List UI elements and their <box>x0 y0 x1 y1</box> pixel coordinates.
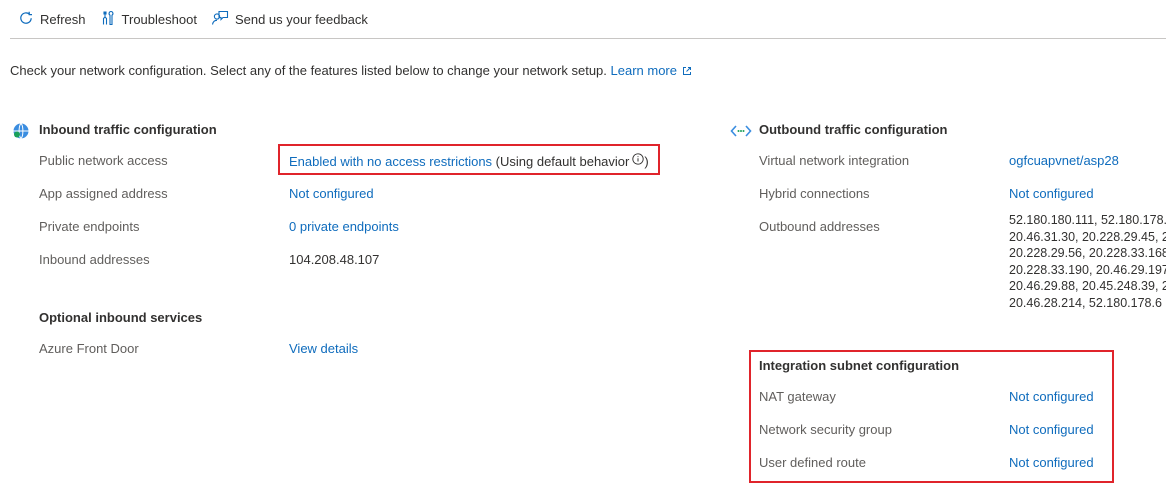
learn-more-link[interactable]: Learn more <box>611 63 692 78</box>
outbound-address-line: 20.228.29.56, 20.228.33.168 <box>1009 246 1166 260</box>
network-security-group-label: Network security group <box>759 422 892 437</box>
refresh-button[interactable]: Refresh <box>18 5 86 33</box>
network-security-group-link[interactable]: Not configured <box>1009 422 1094 437</box>
intro-text: Check your network configuration. Select… <box>10 63 692 79</box>
inbound-title: Inbound traffic configuration <box>39 122 217 137</box>
feedback-label: Send us your feedback <box>234 11 368 27</box>
user-defined-route-label: User defined route <box>759 455 866 470</box>
outbound-address-line: 20.228.33.190, 20.46.29.197 <box>1009 262 1166 277</box>
arrows-icon <box>730 124 752 141</box>
feedback-button[interactable]: Send us your feedback <box>211 5 368 33</box>
app-assigned-address-link[interactable]: Not configured <box>289 186 374 201</box>
outbound-address-line: 52.180.180.111, 52.180.178. <box>1009 213 1166 227</box>
vnet-integration-link[interactable]: ogfcuapvnet/asp28 <box>1009 153 1119 168</box>
app-assigned-address-label: App assigned address <box>39 186 168 201</box>
inbound-addresses-label: Inbound addresses <box>39 252 150 267</box>
globe-icon <box>12 122 30 143</box>
nat-gateway-link[interactable]: Not configured <box>1009 389 1094 404</box>
integration-subnet-title: Integration subnet configuration <box>759 358 960 373</box>
outbound-addresses-label: Outbound addresses <box>759 219 880 234</box>
troubleshoot-button[interactable]: Troubleshoot <box>100 5 197 33</box>
view-details-link[interactable]: View details <box>289 341 358 356</box>
optional-inbound-title: Optional inbound services <box>39 310 203 325</box>
private-endpoints-label: Private endpoints <box>39 219 140 234</box>
troubleshoot-icon <box>100 10 122 29</box>
hybrid-connections-label: Hybrid connections <box>759 186 870 201</box>
private-endpoints-link[interactable]: 0 private endpoints <box>289 219 399 234</box>
inbound-addresses-value: 104.208.48.107 <box>289 252 380 267</box>
refresh-icon <box>18 10 40 29</box>
azure-front-door-label: Azure Front Door <box>39 341 139 356</box>
outbound-addresses-list: 52.180.180.111, 52.180.178. 20.46.31.30,… <box>1009 212 1166 322</box>
command-bar: Refresh Troubleshoot Send us your feedba… <box>10 0 1166 39</box>
outbound-address-line: 20.46.28.214, 52.180.178.6 <box>1009 295 1162 310</box>
outbound-address-line: 20.46.31.30, 20.228.29.45, 2 <box>1009 229 1166 244</box>
intro-description: Check your network configuration. Select… <box>10 63 607 78</box>
vnet-integration-label: Virtual network integration <box>759 153 910 168</box>
outbound-title: Outbound traffic configuration <box>759 122 948 137</box>
hybrid-connections-link[interactable]: Not configured <box>1009 186 1094 201</box>
feedback-icon <box>211 10 235 29</box>
public-network-access-label: Public network access <box>39 153 168 168</box>
external-link-icon <box>682 64 692 79</box>
outbound-address-line: 20.46.29.88, 20.45.248.39, 2 <box>1009 279 1166 293</box>
nat-gateway-label: NAT gateway <box>759 389 836 404</box>
highlight-public-access <box>278 144 660 175</box>
learn-more-label: Learn more <box>610 63 677 78</box>
troubleshoot-label: Troubleshoot <box>121 11 197 27</box>
refresh-label: Refresh <box>40 11 86 27</box>
user-defined-route-link[interactable]: Not configured <box>1009 455 1094 470</box>
